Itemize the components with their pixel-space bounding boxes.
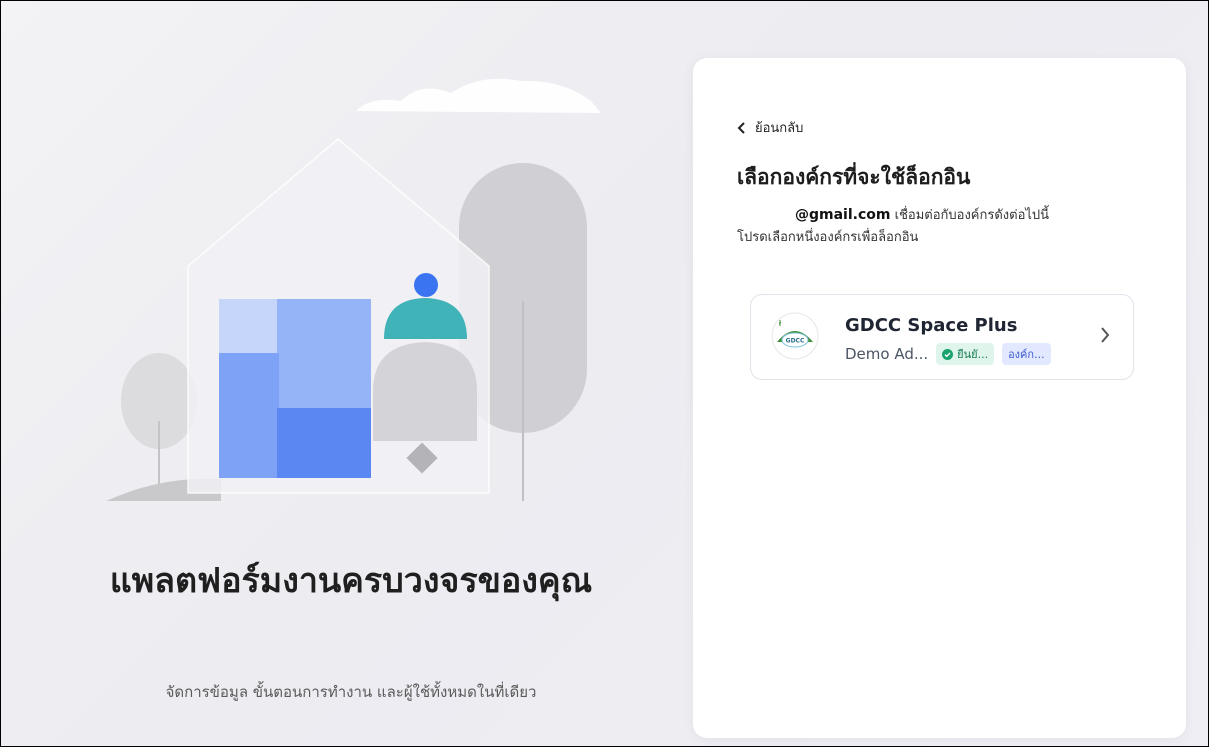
back-label: ย้อนกลับ <box>755 121 804 136</box>
verified-badge: ยืนยั... <box>936 343 995 365</box>
org-select-panel: ย้อนกลับ เลือกองค์กรที่จะใช้ล็อกอิน @gma… <box>693 58 1186 738</box>
hero-title: แพลตฟอร์มงานครบวงจรของคุณ <box>109 561 593 601</box>
person-head <box>414 273 438 297</box>
org-role: Demo Ad... <box>845 345 929 363</box>
email-address: @gmail.com <box>795 207 891 223</box>
chevron-right-icon <box>1101 327 1110 343</box>
org-name: GDCC Space Plus <box>845 315 1018 336</box>
org-type-badge: องค์ก... <box>1002 343 1051 365</box>
hero-subtitle: จัดการข้อมูล ขั้นตอนการทำงาน และผู้ใช้ทั… <box>165 683 537 701</box>
chevron-left-icon <box>737 121 745 134</box>
org-meta: Demo Ad... ยืนยั... องค์ก... <box>845 343 1051 365</box>
org-logo-icon: GDCC <box>771 312 819 360</box>
back-button[interactable]: ย้อนกลับ <box>737 117 803 138</box>
cloud <box>356 78 601 113</box>
block-left <box>219 353 279 478</box>
verified-badge-label: ยืนยั... <box>957 348 989 361</box>
house-illustration <box>106 78 601 501</box>
bell-shape <box>373 342 477 441</box>
panel-title: เลือกองค์กรที่จะใช้ล็อกอิน <box>737 165 971 189</box>
block-bottom <box>277 408 371 478</box>
email-description: เชื่อมต่อกับองค์กรดังต่อไปนี้ <box>894 208 1050 223</box>
block-light <box>219 299 281 354</box>
svg-text:GDCC: GDCC <box>786 338 805 345</box>
check-circle-icon <box>942 348 954 360</box>
org-item-gdcc[interactable]: GDCC GDCC Space Plus Demo Ad... ยืนยั...… <box>750 294 1134 380</box>
login-page: แพลตฟอร์มงานครบวงจรของคุณ จัดการข้อมูล ข… <box>0 0 1209 747</box>
email-info: @gmail.com เชื่อมต่อกับองค์กรดังต่อไปนี้… <box>737 204 1167 249</box>
block-mid <box>277 299 371 411</box>
instruction-text: โปรดเลือกหนึ่งองค์กรเพื่อล็อกอิน <box>737 230 919 245</box>
